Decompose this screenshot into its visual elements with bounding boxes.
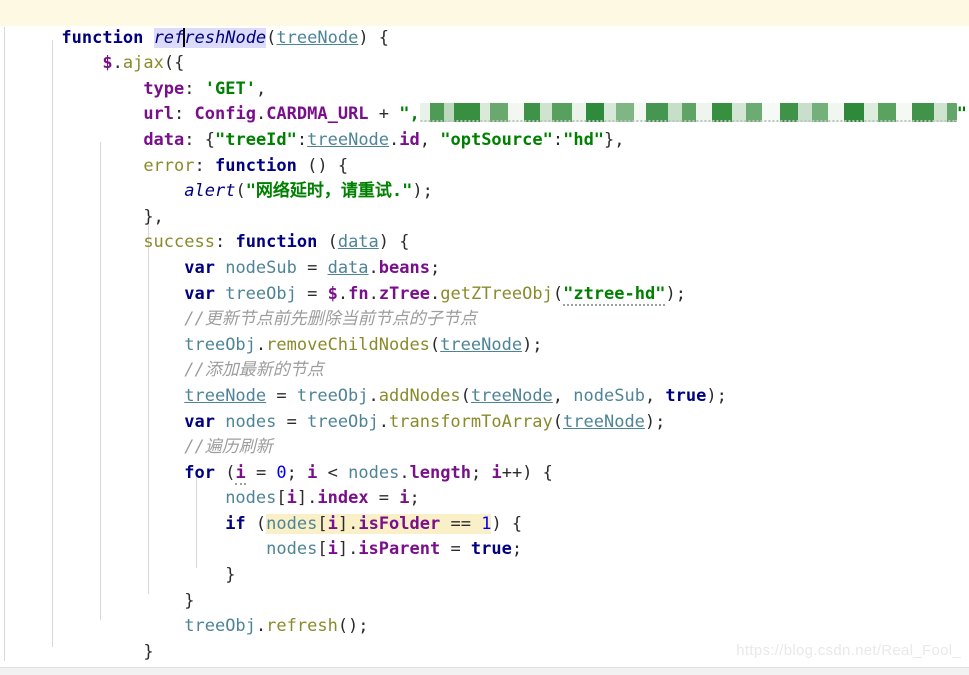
code-line-16[interactable]: var nodes = treeObj.transformToArray(tre… xyxy=(0,384,969,432)
code-line-15[interactable]: treeNode = treeObj.addNodes(treeNode, no… xyxy=(0,358,969,406)
code-line-7[interactable]: alert("网络延时，请重试."); xyxy=(0,154,969,201)
code-line-23[interactable]: } xyxy=(0,563,969,611)
code-line-6[interactable]: error: function () { xyxy=(0,128,969,176)
code-line-12[interactable]: //更新节点前先删除当前节点的子节点 xyxy=(0,282,969,329)
code-line-1[interactable]: function refreshNode(treeNode) { xyxy=(0,0,969,48)
code-line-3[interactable]: type: 'GET', xyxy=(0,51,969,99)
watermark-blog-url: https://blog.csdn.net/Real_Fool_ xyxy=(736,642,961,659)
code-line-2[interactable]: $.ajax({ xyxy=(0,26,969,73)
code-line-10[interactable]: var nodeSub = data.beans; xyxy=(0,230,969,278)
code-line-20[interactable]: if (nodes[i].isFolder == 1) { xyxy=(0,486,969,534)
code-line-14[interactable]: //添加最新的节点 xyxy=(0,333,969,380)
code-line-4[interactable]: url: Config.CARDMA_URL + ",", xyxy=(0,77,969,124)
code-line-13[interactable]: treeObj.removeChildNodes(treeNode); xyxy=(0,307,969,355)
code-line-18[interactable]: for (i = 0; i < nodes.length; i++) { xyxy=(0,435,969,485)
code-line-11[interactable]: var treeObj = $.fn.zTree.getZTreeObj("zt… xyxy=(0,256,969,306)
code-editor[interactable]: function refreshNode(treeNode) { $.ajax(… xyxy=(0,0,969,675)
code-lines[interactable]: function refreshNode(treeNode) { $.ajax(… xyxy=(0,0,969,675)
code-line-19[interactable]: nodes[i].index = i; xyxy=(0,461,969,508)
code-line-9[interactable]: success: function (data) { xyxy=(0,205,969,252)
bottom-edge xyxy=(0,667,969,675)
code-line-21[interactable]: nodes[i].isParent = true; xyxy=(0,512,969,559)
code-line-24[interactable]: treeObj.refresh(); xyxy=(0,589,969,636)
code-line-5[interactable]: data: {"treeId":treeNode.id, "optSource"… xyxy=(0,102,969,150)
code-line-22[interactable]: } xyxy=(0,537,969,585)
code-line-8[interactable]: }, xyxy=(0,179,969,227)
code-line-25[interactable]: } xyxy=(0,614,969,662)
code-line-17[interactable]: //遍历刷新 xyxy=(0,410,969,457)
